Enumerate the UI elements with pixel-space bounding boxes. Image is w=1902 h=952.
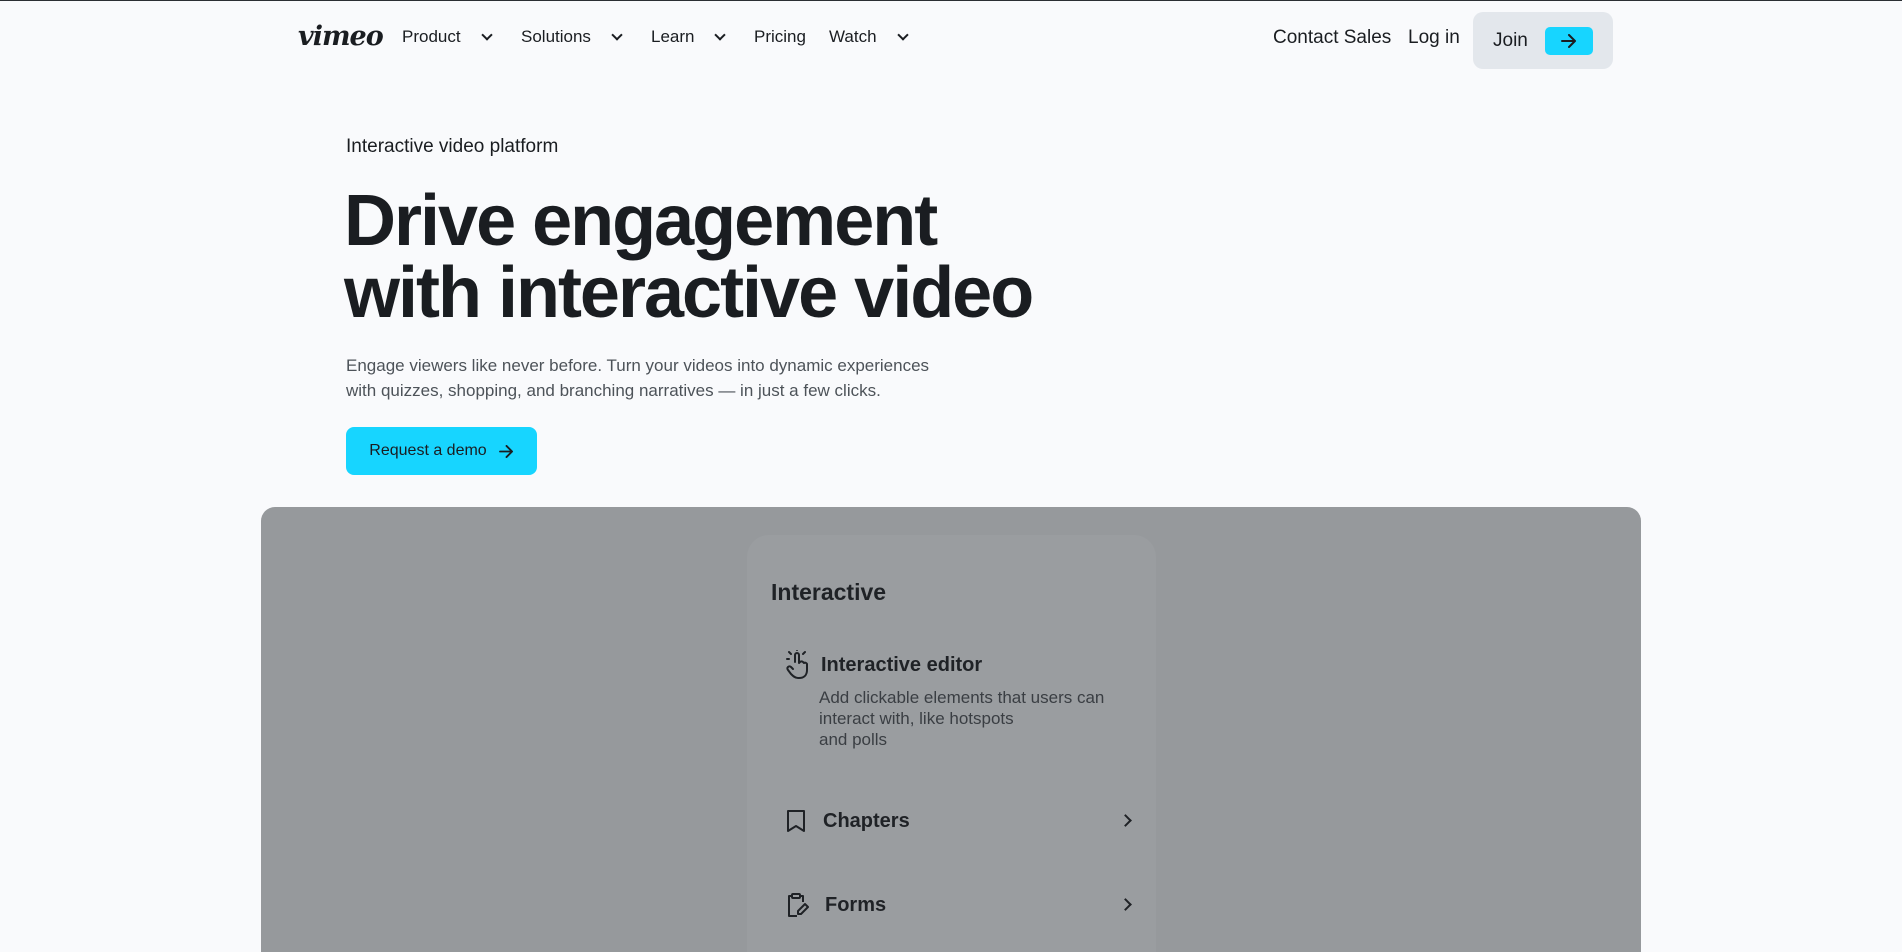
interactive-menu-card: Interactive Interactive editor Add click… xyxy=(747,535,1156,952)
hero-headline: Drive engagement with interactive video xyxy=(344,185,1104,329)
arrow-right-icon xyxy=(1545,27,1593,55)
headline-line-2: with interactive video xyxy=(344,253,1034,333)
join-button[interactable]: Join xyxy=(1473,12,1613,69)
description-line-3: and polls xyxy=(819,730,888,749)
contact-sales-link[interactable]: Contact Sales xyxy=(1273,27,1391,49)
chevron-down-icon xyxy=(480,29,493,41)
nav-learn[interactable]: Learn xyxy=(651,27,727,47)
nav-product[interactable]: Product xyxy=(402,27,493,47)
hero-eyebrow: Interactive video platform xyxy=(346,136,559,157)
tap-hand-icon xyxy=(786,650,808,679)
nav-pricing-label: Pricing xyxy=(754,27,806,46)
description-line-1: Add clickable elements that users can xyxy=(819,688,1105,707)
vimeo-logo[interactable]: vimeo xyxy=(298,21,384,52)
chevron-down-icon xyxy=(896,29,909,41)
clipboard-edit-icon xyxy=(788,893,809,917)
nav-watch[interactable]: Watch xyxy=(829,27,909,47)
interactive-editor-item[interactable]: Interactive editor xyxy=(785,650,982,680)
nav-product-label: Product xyxy=(402,27,461,46)
hero-subtitle: Engage viewers like never before. Turn y… xyxy=(346,353,986,403)
subtitle-line-2: with quizzes, shopping, and branching na… xyxy=(346,381,881,400)
nav-solutions[interactable]: Solutions xyxy=(521,27,623,47)
nav-learn-label: Learn xyxy=(651,27,695,46)
chevron-down-icon xyxy=(714,29,727,41)
arrow-right-icon xyxy=(498,444,513,458)
forms-label: Forms xyxy=(825,893,887,916)
request-demo-button[interactable]: Request a demo xyxy=(346,427,537,475)
headline-line-1: Drive engagement xyxy=(344,181,938,261)
chevron-down-icon xyxy=(611,29,623,41)
interactive-editor-description: Add clickable elements that users can in… xyxy=(819,687,1144,750)
top-navigation: vimeo Product Solutions Learn Pricing Wa… xyxy=(0,1,1902,77)
nav-pricing[interactable]: Pricing xyxy=(754,27,806,47)
nav-watch-label: Watch xyxy=(829,27,877,46)
request-demo-label: Request a demo xyxy=(369,442,487,459)
interactive-editor-title: Interactive editor xyxy=(821,653,983,676)
nav-solutions-label: Solutions xyxy=(521,27,591,46)
product-preview-panel: Interactive Interactive editor Add click… xyxy=(261,507,1641,952)
chapters-label: Chapters xyxy=(823,809,910,832)
chapters-item[interactable]: Chapters xyxy=(785,803,1140,839)
join-label: Join xyxy=(1493,29,1528,51)
card-title: Interactive xyxy=(771,579,887,605)
subtitle-line-1: Engage viewers like never before. Turn y… xyxy=(346,356,930,375)
chevron-right-icon xyxy=(1119,898,1132,911)
description-line-2: interact with, like hotspots xyxy=(819,709,1014,728)
bookmark-icon xyxy=(787,810,805,832)
forms-item[interactable]: Forms xyxy=(785,887,1140,923)
login-link[interactable]: Log in xyxy=(1408,27,1460,49)
chevron-right-icon xyxy=(1119,814,1132,827)
